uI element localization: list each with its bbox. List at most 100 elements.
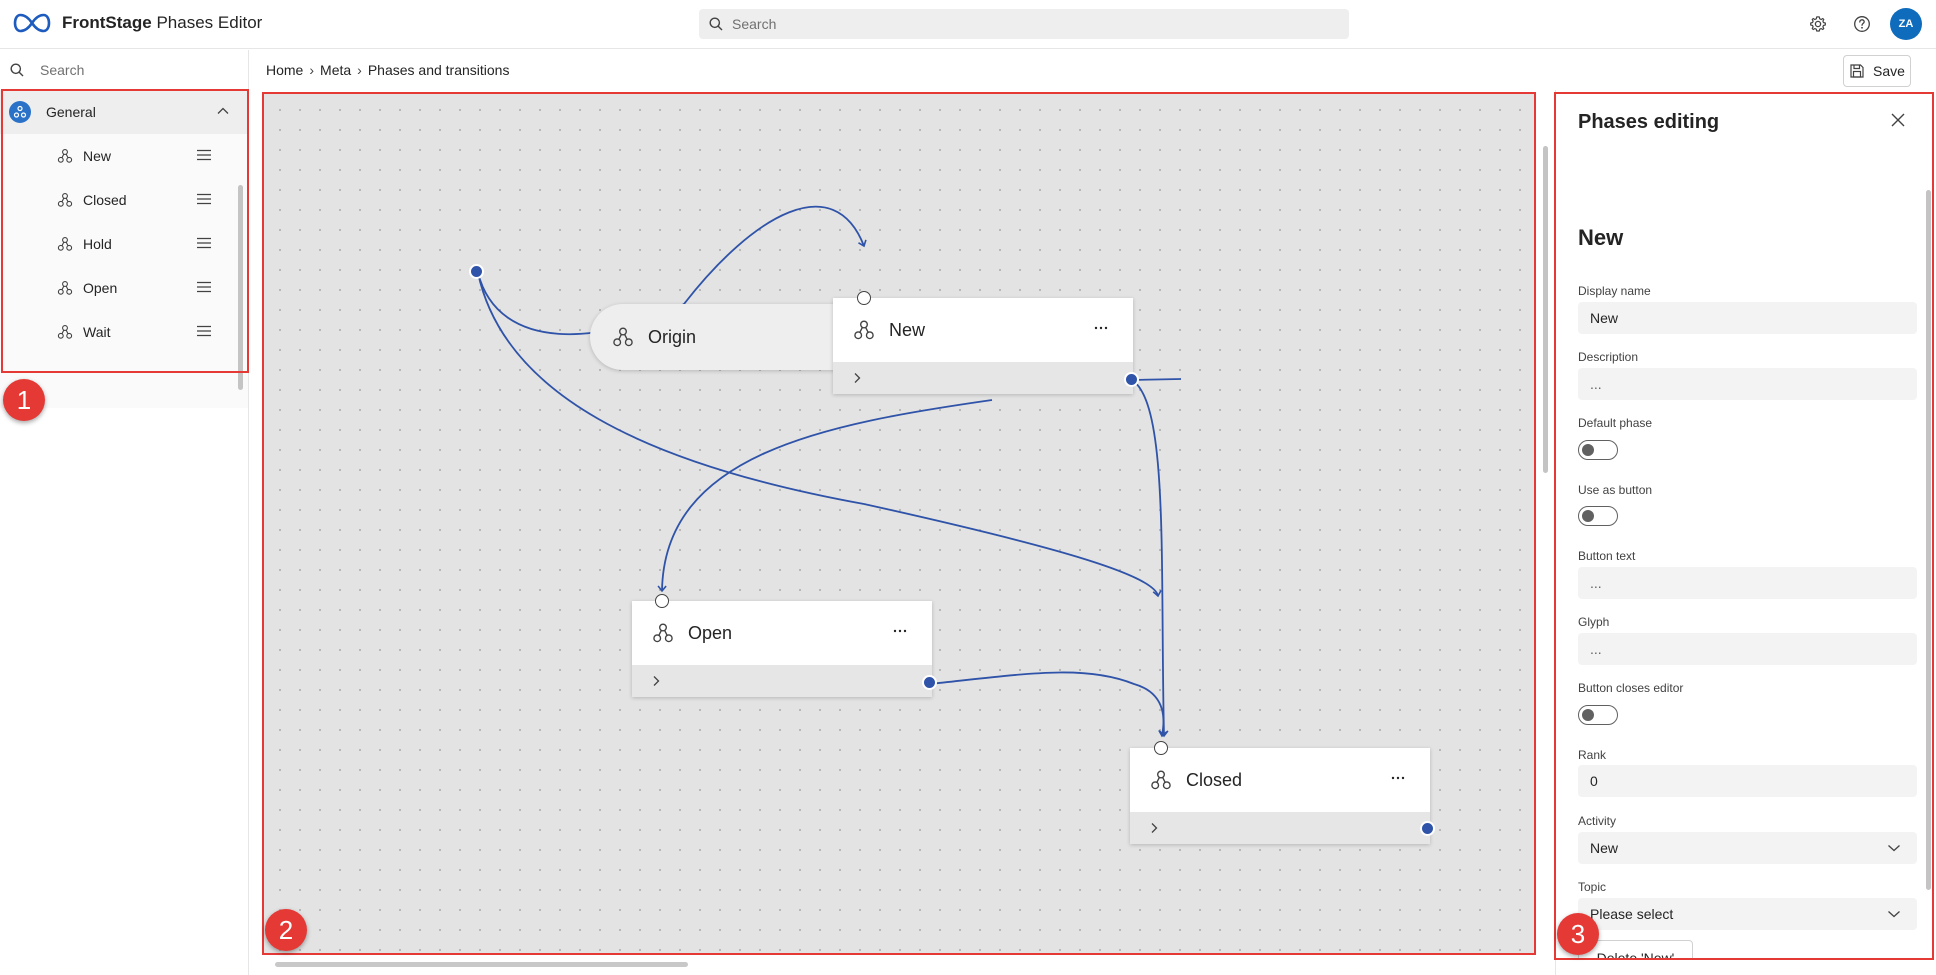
save-button[interactable]: Save xyxy=(1843,55,1911,87)
app-title: FrontStage Phases Editor xyxy=(62,13,263,32)
group-label: General xyxy=(46,104,96,120)
breadcrumb-meta[interactable]: Meta xyxy=(320,62,351,78)
sidebar-item-label: Closed xyxy=(83,192,127,208)
more-icon[interactable] xyxy=(1390,770,1406,786)
topic-value: Please select xyxy=(1590,906,1674,922)
node-expander[interactable] xyxy=(632,665,932,697)
phase-editor-panel: Phases editing New Display name New Desc… xyxy=(1556,90,1936,960)
phase-canvas[interactable]: Origin New Open Closed xyxy=(262,92,1536,955)
phase-icon xyxy=(57,149,73,163)
sidebar-scrollbar[interactable] xyxy=(238,185,243,390)
global-search-input[interactable] xyxy=(732,16,1312,32)
canvas-vertical-scrollbar[interactable] xyxy=(1543,146,1548,473)
edge-open-closed xyxy=(929,671,1168,738)
chevron-up-icon[interactable] xyxy=(216,104,230,118)
open-output-port[interactable] xyxy=(922,675,937,690)
activity-label: Activity xyxy=(1578,814,1617,828)
sidebar-search-input[interactable] xyxy=(40,62,230,78)
sidebar-item-label: Open xyxy=(83,280,118,296)
group-header-general[interactable]: General xyxy=(0,90,248,134)
sidebar-item-closed[interactable]: Closed xyxy=(0,178,248,222)
sidebar-item-hold[interactable]: Hold xyxy=(0,222,248,266)
sidebar-item-label: Hold xyxy=(83,236,112,252)
glyph-field[interactable]: ... xyxy=(1578,633,1917,665)
breadcrumb-current: Phases and transitions xyxy=(367,62,510,78)
sidebar: General New Closed Hold Open xyxy=(0,50,249,975)
sidebar-item-wait[interactable]: Wait xyxy=(0,310,248,354)
topic-select[interactable]: Please select xyxy=(1578,898,1917,930)
brand[interactable]: FrontStage Phases Editor xyxy=(13,12,262,34)
drag-handle-icon[interactable] xyxy=(196,235,212,251)
infinity-logo-icon xyxy=(13,13,51,33)
node-title: New xyxy=(889,319,926,340)
chevron-down-icon xyxy=(1888,845,1900,852)
button-closes-editor-toggle[interactable] xyxy=(1578,705,1618,725)
user-avatar[interactable]: ZA xyxy=(1890,8,1922,40)
sidebar-item-open[interactable]: Open xyxy=(0,266,248,310)
phase-icon xyxy=(1151,770,1171,790)
edge-new-open xyxy=(657,399,993,593)
sidebar-item-new[interactable]: New xyxy=(0,134,248,178)
node-title: Closed xyxy=(1186,769,1243,790)
node-header[interactable]: Closed xyxy=(1130,748,1430,812)
help-button[interactable] xyxy=(1846,8,1878,40)
help-icon xyxy=(1854,16,1870,32)
drag-handle-icon[interactable] xyxy=(196,279,212,295)
search-icon xyxy=(709,17,723,31)
annotation-badge-2: 2 xyxy=(265,909,307,951)
glyph-label: Glyph xyxy=(1578,615,1610,629)
button-text-label: Button text xyxy=(1578,549,1636,563)
sidebar-item-label: New xyxy=(83,148,112,164)
global-search[interactable] xyxy=(699,9,1349,39)
edge-new-closed xyxy=(1131,379,1169,738)
canvas-horizontal-scrollbar[interactable] xyxy=(275,962,688,967)
more-icon[interactable] xyxy=(1093,320,1109,336)
activity-value: New xyxy=(1590,840,1619,856)
breadcrumb: Home › Meta › Phases and transitions xyxy=(266,62,509,78)
new-input-port[interactable] xyxy=(857,291,871,305)
description-label: Description xyxy=(1578,350,1639,364)
display-name-field[interactable]: New xyxy=(1578,302,1917,334)
phase-node-open[interactable]: Open xyxy=(632,601,932,697)
closed-output-port[interactable] xyxy=(1420,821,1435,836)
origin-output-port[interactable] xyxy=(469,264,484,279)
settings-button[interactable] xyxy=(1802,8,1834,40)
drag-handle-icon[interactable] xyxy=(196,191,212,207)
default-phase-label: Default phase xyxy=(1578,416,1653,430)
description-field[interactable]: ... xyxy=(1578,368,1917,400)
closed-input-port[interactable] xyxy=(1154,741,1168,755)
open-input-port[interactable] xyxy=(655,594,669,608)
new-output-port[interactable] xyxy=(1124,372,1139,387)
topic-label: Topic xyxy=(1578,880,1607,894)
chevron-right-icon: › xyxy=(357,62,362,78)
save-icon xyxy=(1850,64,1864,78)
chevron-right-icon: › xyxy=(309,62,315,78)
chevron-right-icon xyxy=(653,676,660,686)
panel-scrollbar[interactable] xyxy=(1926,190,1931,890)
node-expander[interactable] xyxy=(833,362,1133,394)
chevron-down-icon xyxy=(1888,911,1900,918)
rank-field[interactable]: 0 xyxy=(1578,765,1917,797)
edge-new-stub xyxy=(1131,378,1182,381)
phase-node-closed[interactable]: Closed xyxy=(1130,748,1430,844)
default-phase-toggle[interactable] xyxy=(1578,440,1618,460)
node-header[interactable]: New xyxy=(833,298,1133,362)
breadcrumb-home[interactable]: Home xyxy=(266,62,303,78)
more-icon[interactable] xyxy=(892,623,908,639)
drag-handle-icon[interactable] xyxy=(196,323,212,339)
use-as-button-toggle[interactable] xyxy=(1578,506,1618,526)
node-expander[interactable] xyxy=(1130,812,1430,844)
close-icon[interactable] xyxy=(1890,112,1906,128)
button-text-field[interactable]: ... xyxy=(1578,567,1917,599)
drag-handle-icon[interactable] xyxy=(196,147,212,163)
phase-icon xyxy=(854,320,874,340)
search-icon xyxy=(10,63,24,77)
use-as-button-label: Use as button xyxy=(1578,483,1653,497)
phase-icon xyxy=(57,237,73,251)
phase-node-new[interactable]: New xyxy=(833,298,1133,394)
sidebar-search[interactable] xyxy=(10,62,240,78)
activity-select[interactable]: New xyxy=(1578,832,1917,864)
node-header[interactable]: Open xyxy=(632,601,932,665)
annotation-badge-3: 3 xyxy=(1557,913,1599,955)
node-title: Open xyxy=(688,622,733,643)
